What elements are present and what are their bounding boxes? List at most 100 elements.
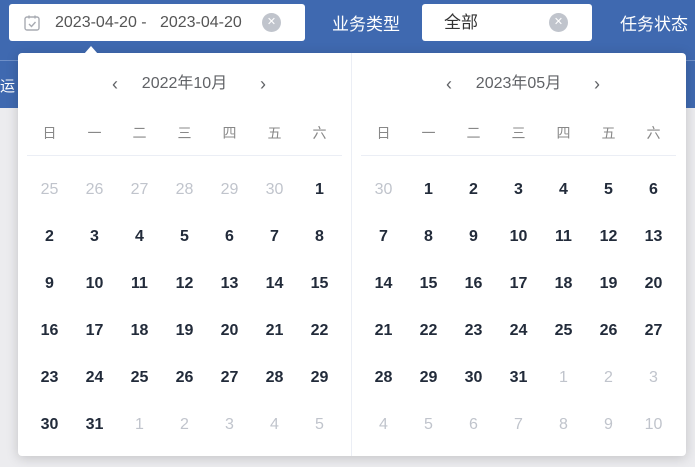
day-cell-other-month[interactable]: 2 bbox=[586, 354, 631, 401]
clear-icon[interactable]: ✕ bbox=[549, 13, 568, 32]
day-cell[interactable]: 12 bbox=[586, 213, 631, 260]
day-cell[interactable]: 1 bbox=[406, 166, 451, 213]
weekday-header: 五 bbox=[267, 125, 282, 141]
day-cell[interactable]: 19 bbox=[162, 307, 207, 354]
day-cell-other-month[interactable]: 2 bbox=[162, 401, 207, 448]
day-cell[interactable]: 29 bbox=[406, 354, 451, 401]
day-cell[interactable]: 27 bbox=[207, 354, 252, 401]
day-cell[interactable]: 17 bbox=[496, 260, 541, 307]
day-cell[interactable]: 30 bbox=[451, 354, 496, 401]
business-type-select[interactable]: 全部 ✕ bbox=[422, 4, 592, 41]
day-cell[interactable]: 15 bbox=[406, 260, 451, 307]
day-cell-other-month[interactable]: 6 bbox=[451, 401, 496, 448]
day-cell[interactable]: 22 bbox=[406, 307, 451, 354]
weekday-header: 三 bbox=[511, 125, 526, 141]
day-cell[interactable]: 25 bbox=[117, 354, 162, 401]
day-cell[interactable]: 8 bbox=[406, 213, 451, 260]
day-cell[interactable]: 24 bbox=[72, 354, 117, 401]
day-cell[interactable]: 9 bbox=[27, 260, 72, 307]
day-cell[interactable]: 28 bbox=[361, 354, 406, 401]
day-cell[interactable]: 2 bbox=[27, 213, 72, 260]
day-cell-other-month[interactable]: 28 bbox=[162, 166, 207, 213]
day-cell[interactable]: 1 bbox=[297, 166, 342, 213]
panel-divider bbox=[351, 53, 352, 456]
underlying-tab-label: 运 bbox=[0, 78, 16, 95]
day-cell[interactable]: 13 bbox=[631, 213, 676, 260]
day-cell[interactable]: 18 bbox=[541, 260, 586, 307]
chevron-right-icon[interactable]: › bbox=[253, 71, 273, 97]
day-cell[interactable]: 25 bbox=[541, 307, 586, 354]
day-cell[interactable]: 14 bbox=[252, 260, 297, 307]
day-cell[interactable]: 11 bbox=[541, 213, 586, 260]
day-cell[interactable]: 15 bbox=[297, 260, 342, 307]
day-cell-other-month[interactable]: 27 bbox=[117, 166, 162, 213]
day-cell[interactable]: 22 bbox=[297, 307, 342, 354]
day-cell[interactable]: 31 bbox=[72, 401, 117, 448]
date-range-picker-panel: ‹ 2022年10月 › 日一二三四五六 25 26 27 28 29 30 1 2 3 4 5 6 7 8… bbox=[18, 53, 686, 456]
day-cell[interactable]: 2 bbox=[451, 166, 496, 213]
day-cell-other-month[interactable]: 4 bbox=[361, 401, 406, 448]
day-cell-other-month[interactable]: 26 bbox=[72, 166, 117, 213]
weekday-header: 六 bbox=[646, 125, 661, 141]
day-cell[interactable]: 4 bbox=[117, 213, 162, 260]
day-cell[interactable]: 21 bbox=[361, 307, 406, 354]
day-cell[interactable]: 5 bbox=[162, 213, 207, 260]
weekday-header: 五 bbox=[601, 125, 616, 141]
day-cell[interactable]: 31 bbox=[496, 354, 541, 401]
day-cell[interactable]: 23 bbox=[27, 354, 72, 401]
day-cell[interactable]: 26 bbox=[162, 354, 207, 401]
day-cell-other-month[interactable]: 25 bbox=[27, 166, 72, 213]
day-cell[interactable]: 19 bbox=[586, 260, 631, 307]
day-cell-other-month[interactable]: 4 bbox=[252, 401, 297, 448]
day-cell[interactable]: 3 bbox=[496, 166, 541, 213]
date-range-value: 2023-04-20 - 2023-04-20 bbox=[55, 13, 242, 31]
day-cell-other-month[interactable]: 8 bbox=[541, 401, 586, 448]
day-cell[interactable]: 26 bbox=[586, 307, 631, 354]
day-cell[interactable]: 8 bbox=[297, 213, 342, 260]
day-cell[interactable]: 5 bbox=[586, 166, 631, 213]
day-cell[interactable]: 7 bbox=[361, 213, 406, 260]
day-cell[interactable]: 10 bbox=[496, 213, 541, 260]
day-cell-other-month[interactable]: 30 bbox=[252, 166, 297, 213]
day-cell-other-month[interactable]: 1 bbox=[541, 354, 586, 401]
day-cell[interactable]: 4 bbox=[541, 166, 586, 213]
day-cell[interactable]: 16 bbox=[451, 260, 496, 307]
day-cell[interactable]: 16 bbox=[27, 307, 72, 354]
day-cell[interactable]: 29 bbox=[297, 354, 342, 401]
day-cell[interactable]: 18 bbox=[117, 307, 162, 354]
chevron-right-icon[interactable]: › bbox=[587, 71, 607, 97]
day-cell-other-month[interactable]: 5 bbox=[297, 401, 342, 448]
day-cell-other-month[interactable]: 29 bbox=[207, 166, 252, 213]
business-type-value: 全部 bbox=[444, 13, 478, 32]
day-cell-other-month[interactable]: 5 bbox=[406, 401, 451, 448]
day-cell[interactable]: 21 bbox=[252, 307, 297, 354]
day-cell-other-month[interactable]: 3 bbox=[631, 354, 676, 401]
day-cell[interactable]: 14 bbox=[361, 260, 406, 307]
day-cell[interactable]: 9 bbox=[451, 213, 496, 260]
clear-icon[interactable]: ✕ bbox=[262, 13, 281, 32]
day-cell-other-month[interactable]: 3 bbox=[207, 401, 252, 448]
day-cell-other-month[interactable]: 9 bbox=[586, 401, 631, 448]
day-cell[interactable]: 3 bbox=[72, 213, 117, 260]
day-cell-other-month[interactable]: 10 bbox=[631, 401, 676, 448]
day-cell[interactable]: 24 bbox=[496, 307, 541, 354]
weekday-header: 三 bbox=[177, 125, 192, 141]
day-cell[interactable]: 20 bbox=[631, 260, 676, 307]
day-cell[interactable]: 7 bbox=[252, 213, 297, 260]
day-cell-other-month[interactable]: 1 bbox=[117, 401, 162, 448]
day-cell[interactable]: 23 bbox=[451, 307, 496, 354]
day-cell[interactable]: 6 bbox=[631, 166, 676, 213]
day-cell[interactable]: 20 bbox=[207, 307, 252, 354]
date-range-input[interactable]: 2023-04-20 - 2023-04-20 ✕ bbox=[9, 4, 305, 41]
day-cell[interactable]: 17 bbox=[72, 307, 117, 354]
day-cell-other-month[interactable]: 30 bbox=[361, 166, 406, 213]
day-cell[interactable]: 13 bbox=[207, 260, 252, 307]
day-cell[interactable]: 11 bbox=[117, 260, 162, 307]
day-cell[interactable]: 27 bbox=[631, 307, 676, 354]
day-cell[interactable]: 28 bbox=[252, 354, 297, 401]
day-cell-other-month[interactable]: 7 bbox=[496, 401, 541, 448]
day-cell[interactable]: 30 bbox=[27, 401, 72, 448]
day-cell[interactable]: 6 bbox=[207, 213, 252, 260]
day-cell[interactable]: 12 bbox=[162, 260, 207, 307]
day-cell[interactable]: 10 bbox=[72, 260, 117, 307]
